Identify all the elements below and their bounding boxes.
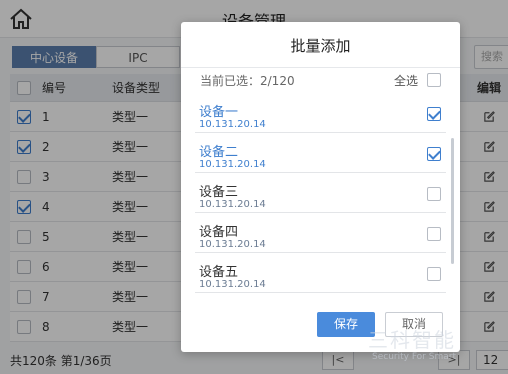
list-item[interactable]: 设备五 10.131.20.14 xyxy=(195,253,446,293)
batch-add-dialog: 批量添加 当前已选：2/120 全选 设备一 10.131.20.14 设备二 10.… xyxy=(181,22,460,352)
device-ip: 10.131.20.14 xyxy=(199,279,266,290)
device-ip: 10.131.20.14 xyxy=(199,239,266,250)
select-all-label: 全选 xyxy=(394,74,419,88)
device-name: 设备三 xyxy=(199,185,239,200)
watermark-subtext: Security For Smart xyxy=(372,352,456,362)
selected-count: 当前已选：2/120 xyxy=(200,74,295,88)
device-name: 设备一 xyxy=(199,105,239,120)
device-name: 设备五 xyxy=(199,265,239,280)
device-name: 设备四 xyxy=(199,225,239,240)
brand-watermark: 三科智能 Security For Smart xyxy=(368,324,508,374)
device-ip: 10.131.20.14 xyxy=(199,199,266,210)
device-ip: 10.131.20.14 xyxy=(199,119,266,130)
device-checkbox[interactable] xyxy=(427,147,441,161)
select-all-checkbox[interactable] xyxy=(427,73,441,87)
list-item[interactable]: 设备二 10.131.20.14 xyxy=(195,133,446,173)
device-ip: 10.131.20.14 xyxy=(199,159,266,170)
dialog-title: 批量添加 xyxy=(290,37,351,55)
device-checkbox[interactable] xyxy=(427,107,441,121)
device-checkbox[interactable] xyxy=(427,267,441,281)
list-scrollbar[interactable] xyxy=(451,138,454,264)
list-item[interactable]: 设备一 10.131.20.14 xyxy=(195,93,446,133)
device-name: 设备二 xyxy=(199,145,239,160)
device-list: 设备一 10.131.20.14 设备二 10.131.20.14 设备三 10.131.… xyxy=(195,93,446,298)
device-checkbox[interactable] xyxy=(427,187,441,201)
device-checkbox[interactable] xyxy=(427,227,441,241)
watermark-text: 三科智能 xyxy=(368,328,456,352)
list-item[interactable]: 设备三 10.131.20.14 xyxy=(195,173,446,213)
list-item[interactable]: 设备四 10.131.20.14 xyxy=(195,213,446,253)
divider xyxy=(181,67,460,68)
save-button[interactable]: 保存 xyxy=(317,312,375,337)
